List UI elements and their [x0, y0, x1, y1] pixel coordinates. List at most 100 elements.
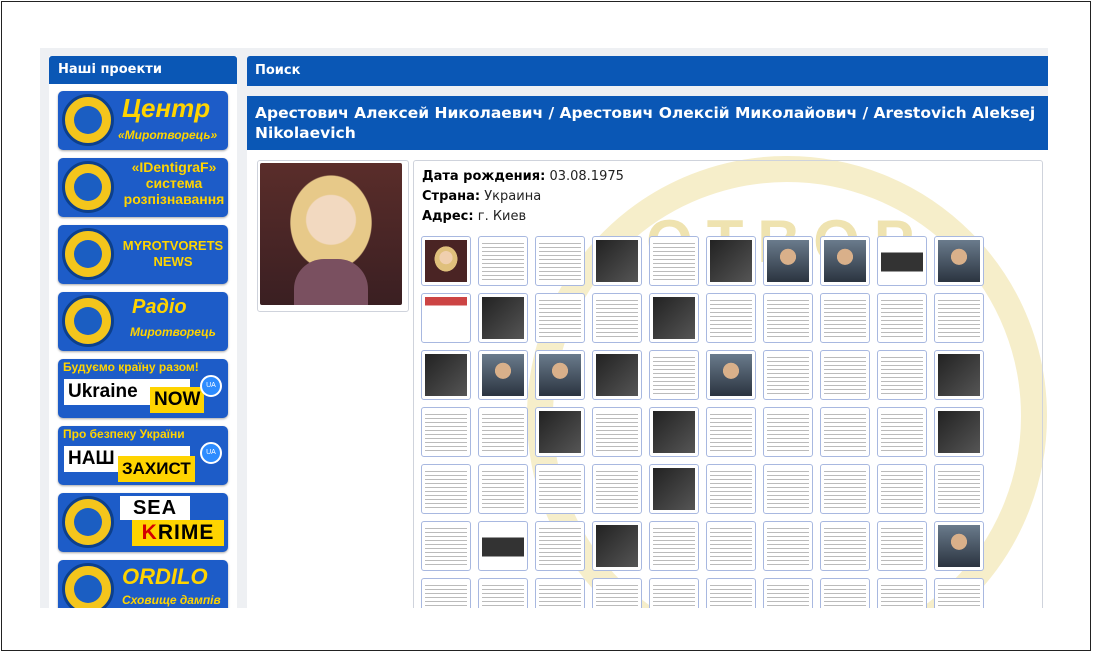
thumbnail-image	[425, 297, 467, 339]
banner-nash-zakhyst[interactable]: Про безпеку України НАШ ЗАХИСТ UA	[58, 426, 228, 485]
gallery-thumbnail[interactable]	[706, 578, 756, 608]
thumbnail-image	[824, 411, 866, 453]
gallery-thumbnail[interactable]	[763, 578, 813, 608]
profile-photo-frame[interactable]	[257, 160, 409, 312]
banner-subtitle: «Миротворець»	[118, 128, 218, 142]
gallery-thumbnail[interactable]	[934, 350, 984, 400]
gallery-thumbnail[interactable]	[934, 578, 984, 608]
gallery-thumbnail[interactable]	[820, 350, 870, 400]
gallery-thumbnail[interactable]	[763, 293, 813, 343]
banner-center-myrotvorets[interactable]: Центр «Миротворець»	[58, 91, 228, 150]
gallery-thumbnail[interactable]	[592, 407, 642, 457]
gallery-thumbnail[interactable]	[649, 578, 699, 608]
thumbnail-image	[482, 582, 524, 608]
thumbnail-image	[710, 297, 752, 339]
thumbnail-image	[653, 468, 695, 510]
gallery-thumbnail[interactable]	[934, 293, 984, 343]
thumbnail-image	[938, 297, 980, 339]
gallery-thumbnail[interactable]	[763, 464, 813, 514]
gallery-thumbnail[interactable]	[649, 350, 699, 400]
gallery-thumbnail[interactable]	[706, 407, 756, 457]
gallery-thumbnail[interactable]	[478, 464, 528, 514]
gallery-thumbnail[interactable]	[421, 236, 471, 286]
gallery-thumbnail[interactable]	[706, 464, 756, 514]
gallery-thumbnail[interactable]	[763, 521, 813, 571]
gallery-thumbnail[interactable]	[592, 293, 642, 343]
gallery-thumbnail[interactable]	[535, 578, 585, 608]
gallery-thumbnail[interactable]	[421, 578, 471, 608]
search-link[interactable]: Поиск	[247, 56, 1048, 86]
gallery-thumbnail[interactable]	[478, 350, 528, 400]
address-row: Адрес: г. Киев	[422, 207, 624, 227]
thumbnail-image	[425, 525, 467, 567]
gallery-thumbnail[interactable]	[820, 521, 870, 571]
gallery-thumbnail[interactable]	[706, 293, 756, 343]
gallery-thumbnail[interactable]	[706, 521, 756, 571]
gallery-thumbnail[interactable]	[421, 350, 471, 400]
gallery-thumbnail[interactable]	[877, 578, 927, 608]
gallery-thumbnail[interactable]	[649, 293, 699, 343]
gallery-thumbnail[interactable]	[877, 293, 927, 343]
banner-sea-krime[interactable]: SEA KRIME	[58, 493, 228, 552]
gallery-thumbnail[interactable]	[820, 464, 870, 514]
gallery-thumbnail[interactable]	[592, 350, 642, 400]
gallery-thumbnail[interactable]	[649, 464, 699, 514]
gallery-thumbnail[interactable]	[592, 521, 642, 571]
gallery-thumbnail[interactable]	[592, 578, 642, 608]
gallery-thumbnail[interactable]	[877, 236, 927, 286]
banner-myrotvorets-news[interactable]: MYROTVORETS NEWS	[58, 225, 228, 284]
gallery-thumbnail[interactable]	[877, 350, 927, 400]
thumbnail-image	[881, 354, 923, 396]
gallery-thumbnail[interactable]	[592, 464, 642, 514]
gallery-thumbnail[interactable]	[877, 464, 927, 514]
gallery-thumbnail[interactable]	[535, 293, 585, 343]
gallery-thumbnail[interactable]	[934, 407, 984, 457]
page: Наші проекти Центр «Миротворець» «IDenti…	[40, 48, 1048, 608]
gallery-thumbnail[interactable]	[535, 464, 585, 514]
gallery-thumbnail[interactable]	[421, 407, 471, 457]
gallery-thumbnail[interactable]	[763, 236, 813, 286]
address-label: Адрес:	[422, 209, 474, 224]
gallery-thumbnail[interactable]	[421, 464, 471, 514]
thumbnail-image	[881, 468, 923, 510]
gallery-thumbnail[interactable]	[478, 407, 528, 457]
banner-word-sea: SEA	[120, 496, 190, 520]
gallery-thumbnail[interactable]	[763, 350, 813, 400]
identigraf-emblem-icon	[62, 161, 114, 213]
gallery-thumbnail[interactable]	[820, 407, 870, 457]
gallery-thumbnail[interactable]	[478, 236, 528, 286]
gallery-thumbnail[interactable]	[934, 236, 984, 286]
gallery-thumbnail[interactable]	[421, 293, 471, 343]
gallery-thumbnail[interactable]	[934, 464, 984, 514]
banner-ordilo[interactable]: ORDILO Сховище дампів	[58, 560, 228, 608]
thumbnail-image	[881, 240, 923, 282]
thumbnail-image	[824, 582, 866, 608]
gallery-thumbnail[interactable]	[478, 293, 528, 343]
gallery-thumbnail[interactable]	[820, 293, 870, 343]
gallery-thumbnail[interactable]	[877, 407, 927, 457]
gallery-thumbnail[interactable]	[535, 521, 585, 571]
gallery-thumbnail[interactable]	[649, 236, 699, 286]
gallery-thumbnail[interactable]	[592, 236, 642, 286]
banner-radio[interactable]: Радіо Миротворець	[58, 292, 228, 351]
gallery-thumbnail[interactable]	[478, 521, 528, 571]
gallery-thumbnail[interactable]	[649, 407, 699, 457]
gallery-thumbnail[interactable]	[877, 521, 927, 571]
gallery-thumbnail[interactable]	[649, 521, 699, 571]
gallery-thumbnail[interactable]	[421, 521, 471, 571]
gallery-thumbnail[interactable]	[820, 578, 870, 608]
banner-identigraf[interactable]: «IDentigraF» система розпізнавання	[58, 158, 228, 217]
gallery-thumbnail[interactable]	[535, 236, 585, 286]
thumbnail-image	[824, 240, 866, 282]
gallery-thumbnail[interactable]	[706, 350, 756, 400]
banner-word-yellow: ЗАХИСТ	[118, 456, 195, 482]
gallery-thumbnail[interactable]	[934, 521, 984, 571]
gallery-thumbnail[interactable]	[535, 350, 585, 400]
gallery-thumbnail[interactable]	[535, 407, 585, 457]
gallery-thumbnail[interactable]	[763, 407, 813, 457]
gallery-thumbnail[interactable]	[706, 236, 756, 286]
gallery-thumbnail[interactable]	[820, 236, 870, 286]
banner-ukraine-now[interactable]: Будуємо країну разом! Ukraine NOW UA	[58, 359, 228, 418]
gallery-thumbnail[interactable]	[478, 578, 528, 608]
birth-label: Дата рождения:	[422, 169, 546, 184]
